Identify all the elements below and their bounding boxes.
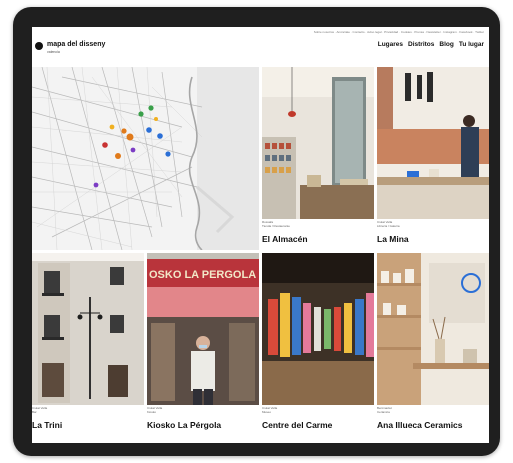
place-name[interactable]: La Mina: [377, 235, 409, 244]
place-meta: Ciutat Vella Kiosko: [147, 406, 162, 415]
utility-links[interactable]: Sobre nosotros · Anúnciate · Contacto · …: [314, 30, 484, 34]
place-card-kiosko-la-pergola[interactable]: OSKO LA PERGOLA Ciutat Vella Kiosko Kios…: [147, 253, 259, 443]
place-meta: Benimaclet Cerámica: [377, 406, 392, 415]
kiosk-sign: OSKO LA PERGOLA: [149, 269, 256, 281]
site-header: mapa del disseny valencia Lugares Distri…: [32, 37, 489, 67]
place-name[interactable]: Ana Illueca Ceramics: [377, 421, 489, 430]
place-meta: Ciutat Vella Museo: [262, 406, 277, 415]
place-card-la-trini[interactable]: Ciutat Vella Bar La Trini: [32, 253, 144, 443]
nav-tu-lugar[interactable]: Tu lugar: [459, 41, 484, 48]
place-card-la-mina[interactable]: Ciutat Vella Librería / Galería La Mina: [377, 67, 489, 250]
place-category: Kiosko: [147, 409, 157, 414]
brand-subtitle: valencia: [47, 50, 60, 54]
place-category: Tienda / Restaurante: [262, 223, 290, 228]
place-card-centre-del-carme[interactable]: Ciutat Vella Museo Centre del Carme: [262, 253, 374, 443]
place-category: Museo: [262, 409, 272, 414]
place-name[interactable]: La Trini: [32, 421, 62, 430]
place-card-ana-illueca-ceramics[interactable]: Benimaclet Cerámica Ana Illueca Ceramics: [377, 253, 489, 443]
place-meta: Russafa Tienda / Restaurante: [262, 220, 290, 229]
place-photo: OSKO LA PERGOLA: [147, 253, 259, 405]
logo-icon[interactable]: [35, 42, 43, 50]
main-nav: Lugares Distritos Blog Tu lugar: [378, 41, 484, 48]
tablet-frame: Sobre nosotros · Anúnciate · Contacto · …: [13, 7, 500, 456]
place-photo: [377, 253, 489, 405]
utility-links-bar: Sobre nosotros · Anúnciate · Contacto · …: [32, 30, 489, 37]
nav-lugares[interactable]: Lugares: [378, 41, 403, 48]
place-name[interactable]: Kiosko La Pérgola: [147, 421, 221, 430]
city-map[interactable]: [32, 67, 259, 250]
place-meta: Ciutat Vella Librería / Galería: [377, 220, 400, 229]
place-photo: [262, 253, 374, 405]
brand-name[interactable]: mapa del disseny: [47, 41, 105, 48]
nav-blog[interactable]: Blog: [439, 41, 453, 48]
place-name[interactable]: Centre del Carme: [262, 421, 332, 430]
place-category: Cerámica: [377, 409, 390, 414]
place-category: Bar: [32, 409, 37, 414]
nav-distritos[interactable]: Distritos: [408, 41, 434, 48]
place-card-el-almacen[interactable]: Russafa Tienda / Restaurante El Almacén: [262, 67, 374, 250]
place-photo: [32, 253, 144, 405]
place-photo: [377, 67, 489, 219]
map-streets: [32, 67, 235, 250]
place-name[interactable]: El Almacén: [262, 235, 308, 244]
place-photo: [262, 67, 374, 219]
place-meta: Ciutat Vella Bar: [32, 406, 47, 415]
browser-viewport: Sobre nosotros · Anúnciate · Contacto · …: [32, 27, 489, 443]
place-category: Librería / Galería: [377, 223, 400, 228]
